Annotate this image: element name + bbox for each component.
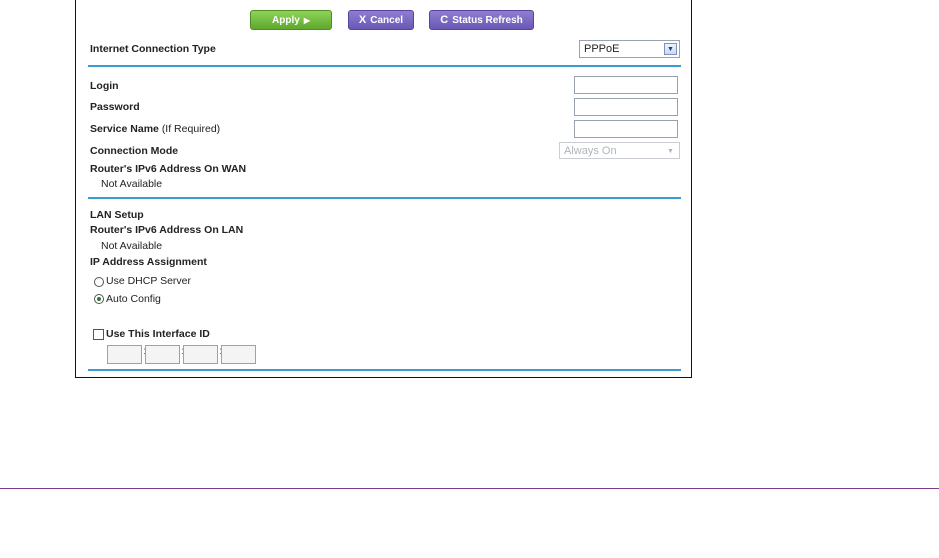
ip-assignment-label: IP Address Assignment	[90, 256, 207, 268]
service-name-label: Service Name (If Required)	[90, 123, 220, 135]
service-name-hint: (If Required)	[161, 123, 221, 135]
interface-id-checkbox[interactable]	[93, 329, 104, 340]
dhcp-server-label: Use DHCP Server	[106, 275, 191, 287]
interface-id-field-2[interactable]	[145, 345, 180, 364]
cancel-button[interactable]: X Cancel	[348, 10, 414, 30]
dhcp-server-radio[interactable]	[94, 277, 104, 287]
page-divider	[0, 488, 939, 489]
section-divider	[88, 197, 681, 199]
lan-ipv6-label: Router's IPv6 Address On LAN	[90, 224, 244, 236]
service-name-label-text: Service Name	[90, 123, 159, 135]
cancel-label: Cancel	[370, 14, 404, 26]
connection-type-value: PPPoE	[584, 43, 620, 55]
wan-ipv6-label: Router's IPv6 Address On WAN	[90, 163, 247, 175]
section-divider	[88, 65, 681, 67]
chevron-down-icon: ▼	[664, 43, 677, 55]
auto-config-label: Auto Config	[106, 293, 161, 305]
apply-button[interactable]: Apply ▶	[250, 10, 332, 30]
internet-connection-type-label: Internet Connection Type	[90, 43, 216, 55]
apply-label: Apply	[272, 14, 300, 26]
login-label: Login	[90, 80, 119, 92]
login-field[interactable]	[574, 76, 678, 94]
interface-id-field-1[interactable]	[107, 345, 142, 364]
password-label: Password	[90, 101, 140, 113]
interface-id-field-4[interactable]	[221, 345, 256, 364]
cancel-x-icon: X	[358, 14, 367, 26]
service-name-field[interactable]	[574, 120, 678, 138]
wan-ipv6-value: Not Available	[101, 178, 163, 190]
connection-mode-label: Connection Mode	[90, 145, 179, 157]
settings-panel: Apply ▶ X Cancel C Status Refresh Intern…	[75, 0, 692, 378]
section-divider	[88, 369, 681, 371]
lan-ipv6-value: Not Available	[101, 240, 163, 252]
lan-setup-label: LAN Setup	[90, 209, 144, 221]
status-refresh-label: Status Refresh	[452, 14, 523, 26]
play-arrow-icon: ▶	[303, 15, 310, 25]
auto-config-radio[interactable]	[94, 294, 104, 304]
chevron-down-icon: ▼	[667, 147, 674, 155]
refresh-icon: C	[440, 14, 449, 26]
status-refresh-button[interactable]: C Status Refresh	[429, 10, 534, 30]
interface-id-label: Use This Interface ID	[106, 328, 210, 340]
connection-mode-select[interactable]: Always On ▼	[559, 142, 680, 159]
connection-mode-value: Always On	[564, 144, 617, 157]
password-field[interactable]	[574, 98, 678, 116]
interface-id-field-3[interactable]	[183, 345, 218, 364]
connection-type-select[interactable]: PPPoE ▼	[579, 40, 680, 58]
